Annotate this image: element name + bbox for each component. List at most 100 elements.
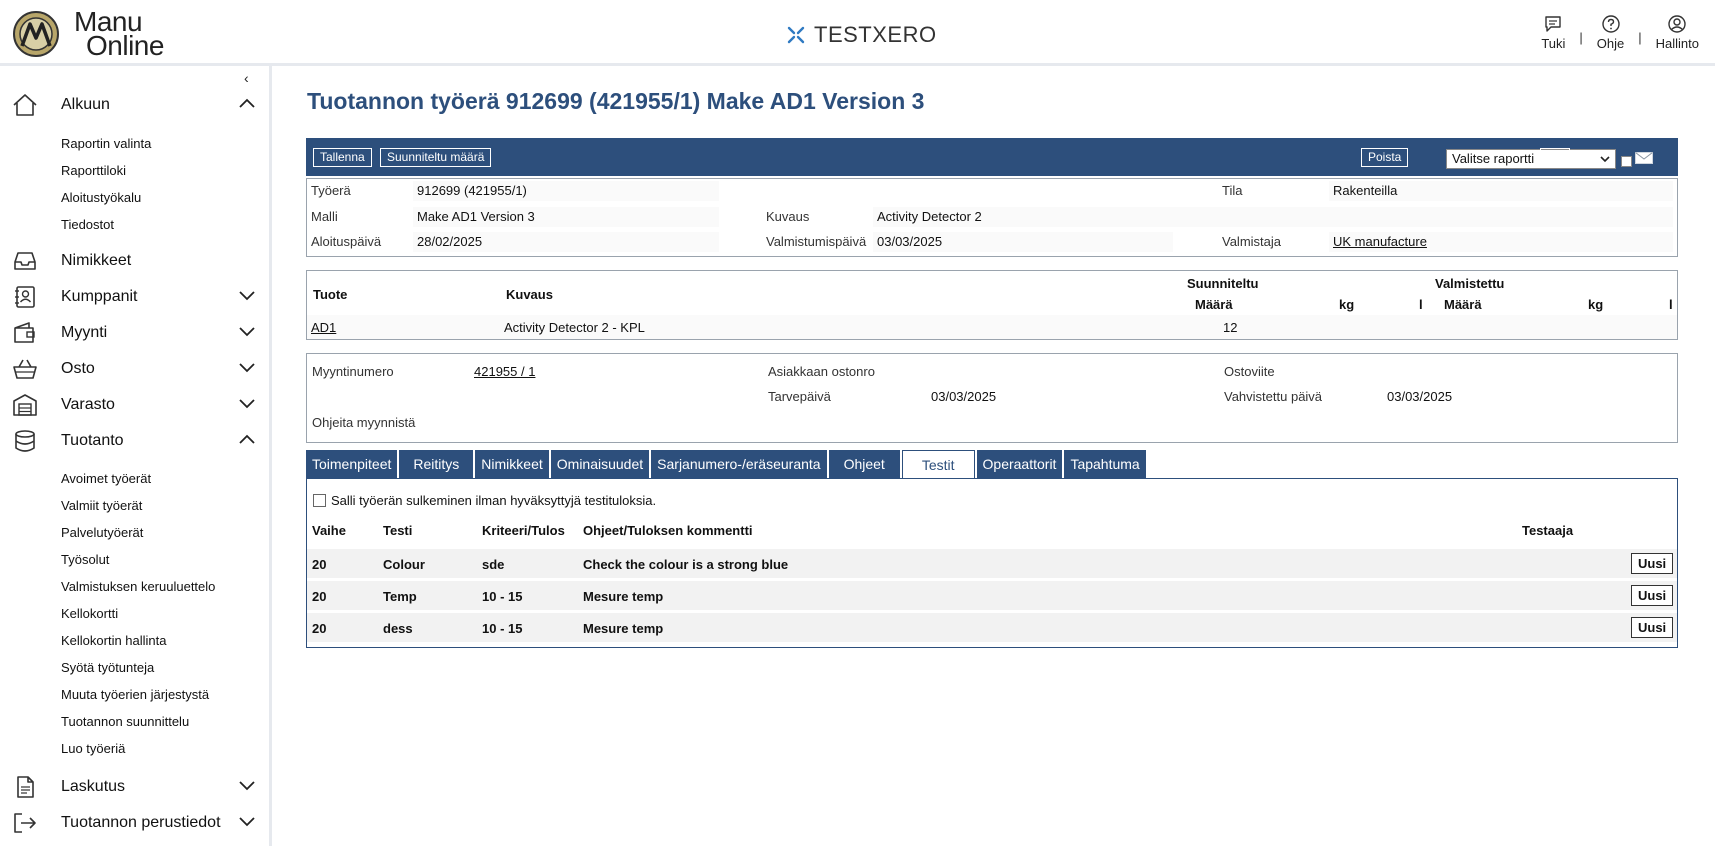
allow-close-label: Salli työerän sulkeminen ilman hyväksytt… <box>331 493 657 508</box>
tab-ominaisuudet[interactable]: Ominaisuudet <box>550 450 650 478</box>
sidebar-section-label: Tuotanto <box>61 432 124 449</box>
sidebar-section-perustiedot[interactable]: Tuotannon perustiedot <box>0 808 270 838</box>
product-link[interactable]: AD1 <box>311 320 336 335</box>
sidebar-section-alkuun[interactable]: Alkuun <box>0 90 270 120</box>
chat-icon <box>1545 16 1562 32</box>
sidebar-section-kumppanit[interactable]: Kumppanit <box>0 282 270 312</box>
sidebar-item-palvelutyoerat[interactable]: Palvelutyöerät <box>61 525 143 540</box>
col-kriteeri: Kriteeri/Tulos <box>482 523 565 538</box>
attachment-button[interactable]: ✎ <box>1540 148 1571 167</box>
tab-reititys[interactable]: Reititys <box>399 450 474 478</box>
admin-link[interactable]: Hallinto <box>1656 14 1699 51</box>
myyntinumero-label: Myyntinumero <box>312 364 394 379</box>
delete-button[interactable]: Poista <box>1361 148 1409 167</box>
allow-close-checkbox[interactable] <box>313 494 326 507</box>
kuvaus-label: Kuvaus <box>766 209 810 224</box>
group-suunniteltu: Suunniteltu <box>1187 276 1259 291</box>
test-criteria: 10 - 15 <box>482 589 523 604</box>
sidebar-collapse-button[interactable]: ‹ <box>244 70 249 86</box>
manu-online-logo[interactable]: Manu Online <box>12 8 164 60</box>
sales-order-link[interactable]: 421955 / 1 <box>474 364 535 379</box>
sidebar-item-tuotannon-suunnittelu[interactable]: Tuotannon suunnittelu <box>61 714 189 729</box>
sidebar-section-osto[interactable]: Osto <box>0 354 270 384</box>
report-select[interactable]: Valitse raportti <box>1446 149 1616 169</box>
test-criteria: 10 - 15 <box>482 621 523 636</box>
test-criteria: sde <box>482 557 505 572</box>
aloituspaiva-label: Aloituspäivä <box>311 234 382 249</box>
tab-operaattorit[interactable]: Operaattorit <box>976 450 1063 478</box>
sidebar-item-valmiit-tyoerat[interactable]: Valmiit työerät <box>61 498 142 513</box>
sidebar-item-luo-tyoeria[interactable]: Luo työeriä <box>61 741 125 756</box>
tests-panel: Salli työerän sulkeminen ilman hyväksytt… <box>306 478 1678 648</box>
tab-sarjanumero[interactable]: Sarjanumero-/eräseuranta <box>651 450 827 478</box>
header-links: Tuki | Ohje | Hallinto <box>1541 14 1699 51</box>
group-valmistettu: Valmistettu <box>1435 276 1505 291</box>
chevron-down-icon <box>239 327 255 337</box>
valmistaja-value-cell: UK manufacture <box>1329 232 1673 252</box>
tab-ohjeet[interactable]: Ohjeet <box>828 450 900 478</box>
test-name: Colour <box>383 557 425 572</box>
test-phase: 20 <box>312 589 327 604</box>
work-order-toolbar: Tallenna Suunniteltu määrä Poista Valits… <box>306 138 1678 176</box>
sidebar-item-kellokortti[interactable]: Kellokortti <box>61 606 118 621</box>
help-link[interactable]: Ohje <box>1597 14 1624 51</box>
page-title: Tuotannon työerä 912699 (421955/1) Make … <box>307 88 925 114</box>
tab-nimikkeet[interactable]: Nimikkeet <box>475 450 549 478</box>
logo-text: Manu Online <box>66 8 164 60</box>
sidebar-item-tyosolut[interactable]: Työsolut <box>61 552 109 567</box>
chevron-down-icon <box>239 781 255 791</box>
sidebar-item-keruuluettelo[interactable]: Valmistuksen keruuluettelo <box>61 579 215 594</box>
new-result-button[interactable]: Uusi <box>1631 617 1674 638</box>
chevron-down-icon <box>239 363 255 373</box>
tila-label: Tila <box>1222 183 1243 198</box>
valmistumispaiva-label: Valmistumispäivä <box>766 234 867 249</box>
sidebar-item-raportin-valinta[interactable]: Raportin valinta <box>61 136 151 151</box>
manufacturer-link[interactable]: UK manufacture <box>1333 234 1427 249</box>
test-phase: 20 <box>312 557 327 572</box>
separator: | <box>1638 30 1642 45</box>
chevron-down-icon <box>239 399 255 409</box>
planned-quantity-button[interactable]: Suunniteltu määrä <box>380 148 492 167</box>
tab-tapahtuma[interactable]: Tapahtuma <box>1064 450 1146 478</box>
sidebar-item-muuta-jarjestysta[interactable]: Muuta työerien järjestystä <box>61 687 209 702</box>
sidebar-section-label: Alkuun <box>61 96 110 113</box>
test-comment: Mesure temp <box>583 589 664 604</box>
mail-icon[interactable] <box>1635 152 1653 164</box>
tyoera-value: 912699 (421955/1) <box>413 181 719 201</box>
sidebar-section-label: Osto <box>61 360 95 377</box>
tab-testit[interactable]: Testit <box>901 450 975 479</box>
kuvaus-value: Activity Detector 2 <box>873 207 1673 227</box>
save-button[interactable]: Tallenna <box>313 148 372 167</box>
warehouse-icon <box>13 394 37 416</box>
email-report-checkbox[interactable] <box>1621 156 1632 167</box>
col-made-kg: kg <box>1588 297 1604 312</box>
support-link[interactable]: Tuki <box>1541 14 1565 51</box>
new-result-button[interactable]: Uusi <box>1631 553 1674 574</box>
new-result-button[interactable]: Uusi <box>1631 585 1674 606</box>
database-icon <box>15 430 35 452</box>
tab-toimenpiteet[interactable]: Toimenpiteet <box>306 450 398 478</box>
sidebar-section-label: Myynti <box>61 324 108 341</box>
sidebar-section-nimikkeet[interactable]: Nimikkeet <box>0 246 270 276</box>
ohjeita-myynnista-label: Ohjeita myynnistä <box>312 415 416 430</box>
admin-label: Hallinto <box>1655 36 1699 51</box>
wallet-icon <box>14 322 35 343</box>
col-kuvaus: Kuvaus <box>506 287 553 302</box>
sidebar-item-kellokortin-hallinta[interactable]: Kellokortin hallinta <box>61 633 167 648</box>
sidebar-item-avoimet-tyoerat[interactable]: Avoimet työerät <box>61 471 151 486</box>
sidebar-item-aloitustyokalu[interactable]: Aloitustyökalu <box>61 190 141 205</box>
sidebar-section-tuotanto[interactable]: Tuotanto <box>0 426 270 456</box>
aloituspaiva-value: 28/02/2025 <box>413 232 719 252</box>
sidebar-section-varasto[interactable]: Varasto <box>0 390 270 420</box>
sidebar-section-laskutus[interactable]: Laskutus <box>0 772 270 802</box>
malli-value: Make AD1 Version 3 <box>413 207 719 227</box>
valmistumispaiva-value: 03/03/2025 <box>873 232 1173 252</box>
malli-label: Malli <box>311 209 338 224</box>
sidebar-item-syota-tyotunteja[interactable]: Syötä työtunteja <box>61 660 154 675</box>
sidebar-item-raporttiloki[interactable]: Raporttiloki <box>61 163 126 178</box>
tarvepaiva-label: Tarvepäivä <box>768 389 831 404</box>
chevron-down-icon <box>239 291 255 301</box>
sidebar-section-myynti[interactable]: Myynti <box>0 318 270 348</box>
sidebar-item-tiedostot[interactable]: Tiedostot <box>61 217 114 232</box>
home-icon <box>13 94 37 116</box>
